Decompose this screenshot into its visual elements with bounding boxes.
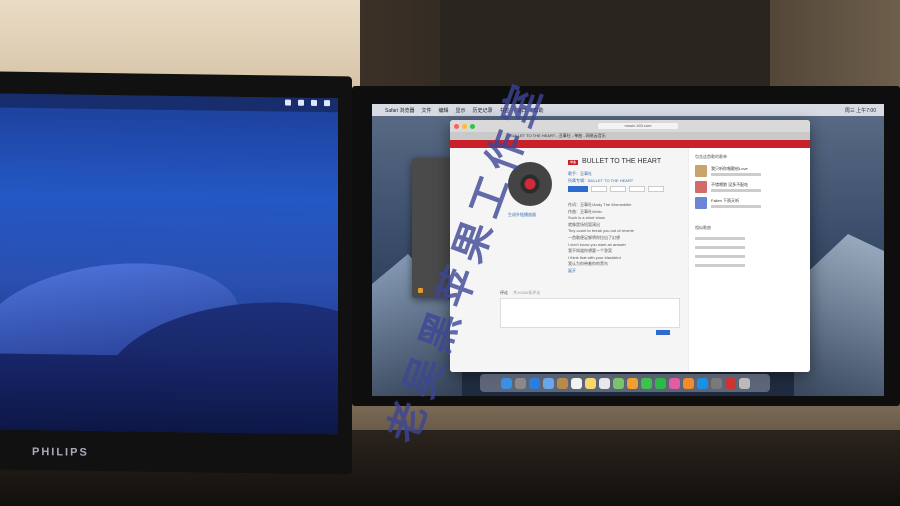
lyric-line: 一首歌便足够将你拉出了幻想 [568, 234, 620, 240]
launchpad-icon[interactable] [514, 377, 526, 389]
status-icon [298, 99, 304, 106]
lyric-line: Such is a short show [568, 215, 605, 221]
reminders-icon[interactable] [598, 377, 610, 389]
safari-icon[interactable] [528, 377, 540, 389]
left-monitor: PHILIPS [0, 71, 352, 475]
messages-icon[interactable] [640, 377, 652, 389]
menu-item[interactable]: Safari 浏览器 [385, 107, 414, 114]
song-line [695, 246, 745, 249]
song-line [695, 255, 745, 258]
itunes-icon[interactable] [668, 377, 680, 389]
comment-title: 评论 [500, 290, 508, 295]
sidebar-header: 包含这首歌的歌单 [695, 154, 727, 159]
playlist-meta [711, 188, 761, 192]
mac-menubar: Safari 浏览器 文件 编辑 显示 历史记录 书签 窗口 帮助 周三 上午7… [372, 104, 884, 116]
song-title: BULLET TO THE HEART [582, 158, 662, 165]
similar-song[interactable] [689, 252, 810, 261]
trash-icon[interactable] [738, 377, 750, 389]
notes-icon[interactable] [584, 377, 596, 389]
similar-song[interactable] [689, 234, 810, 243]
facetime-icon[interactable] [654, 377, 666, 389]
contacts-icon[interactable] [556, 377, 568, 389]
left-screen [0, 93, 338, 435]
sidebar: 包含这首歌的歌单 我只听你唱歌给Love 不错喂狼 没多不配吃 Fallen 下… [688, 148, 810, 372]
action-buttons [568, 186, 664, 192]
monitor-brand: PHILIPS [32, 445, 89, 459]
album-label[interactable]: 所属专辑：BULLET TO THE HEART [568, 177, 633, 184]
system-preferences-icon[interactable] [710, 377, 722, 389]
dock [480, 374, 770, 392]
app-store-icon[interactable] [696, 377, 708, 389]
comment-count: 共10000条评论 [513, 290, 541, 295]
share-button[interactable] [610, 186, 626, 192]
playlist-item[interactable]: 不错喂狼 没多不配吃 [689, 179, 810, 195]
lyrics: 作词：丑事社/Andy The Wornedelle 作曲：丑事社/Ieblo … [568, 202, 688, 275]
calendar-icon[interactable] [570, 377, 582, 389]
single-tag: 单曲 [568, 160, 578, 165]
finder-icon[interactable] [500, 377, 512, 389]
music-app-icon[interactable] [724, 377, 736, 389]
comment-input[interactable] [500, 298, 680, 328]
zoom-icon[interactable] [470, 123, 475, 129]
submit-comment-button[interactable] [656, 330, 670, 335]
comment-header: 评论 共10000条评论 [500, 290, 540, 296]
address-bar[interactable]: music.163.com [598, 123, 678, 129]
maps-icon[interactable] [612, 377, 624, 389]
playlist-cover [695, 181, 707, 193]
close-icon[interactable] [454, 123, 459, 129]
playlist-cover [695, 197, 707, 209]
lyric-line: 作曲：丑事社/Ieblo [568, 208, 602, 214]
lyric-line: 我认为你带着你的黑鸟 [568, 261, 608, 267]
artist-label[interactable]: 歌手：丑事社 [568, 170, 633, 177]
playlist-item[interactable]: 我只听你唱歌给Love [689, 163, 810, 179]
menu-item[interactable]: 编辑 [438, 107, 448, 114]
menu-item[interactable]: 显示 [455, 107, 465, 114]
monitor-stand [440, 0, 770, 92]
playlist-cover [695, 165, 707, 177]
status-icon [311, 99, 317, 106]
similar-song[interactable] [689, 261, 810, 270]
song-line [695, 264, 745, 267]
left-menubar [0, 93, 338, 113]
playlist-item[interactable]: Fallen 下雨天听 [689, 195, 810, 211]
lyric-line: 就像是场短暂演出 [568, 221, 600, 227]
playlist-title: 不错喂狼 没多不配吃 [711, 181, 749, 187]
mail-icon[interactable] [542, 377, 554, 389]
expand-link[interactable]: 展开 [568, 268, 688, 275]
lyric-line: Tiny count to break you out of reverie [568, 228, 634, 234]
lyric-line: 我不知道你想要一个答案 [568, 248, 612, 254]
minimize-icon[interactable] [462, 123, 467, 129]
playlist-title: 我只听你唱歌给Love [711, 165, 748, 171]
photos-icon[interactable] [626, 377, 638, 389]
download-button[interactable] [629, 186, 645, 192]
external-player-link[interactable]: 生成外链播放器 [508, 212, 536, 218]
desert-dune [0, 353, 338, 435]
playlist-meta [711, 204, 761, 208]
menu-item[interactable]: 文件 [421, 107, 431, 114]
similar-header: 相似歌曲 [695, 225, 711, 230]
similar-song[interactable] [689, 243, 810, 252]
play-button[interactable] [568, 186, 588, 192]
comment-button[interactable] [648, 186, 664, 192]
playlist-title: Fallen 下雨天听 [711, 197, 740, 203]
playlist-meta [711, 172, 761, 176]
ibooks-icon[interactable] [682, 377, 694, 389]
song-meta: 歌手：丑事社 所属专辑：BULLET TO THE HEART [568, 170, 633, 184]
song-line [695, 237, 745, 240]
lyric-line: 作词：丑事社/Andy The Wornedelle [568, 202, 632, 207]
status-icon [324, 100, 330, 107]
menubar-clock[interactable]: 周三 上午7:00 [845, 107, 876, 114]
status-icon [285, 99, 291, 106]
collect-button[interactable] [591, 186, 607, 192]
